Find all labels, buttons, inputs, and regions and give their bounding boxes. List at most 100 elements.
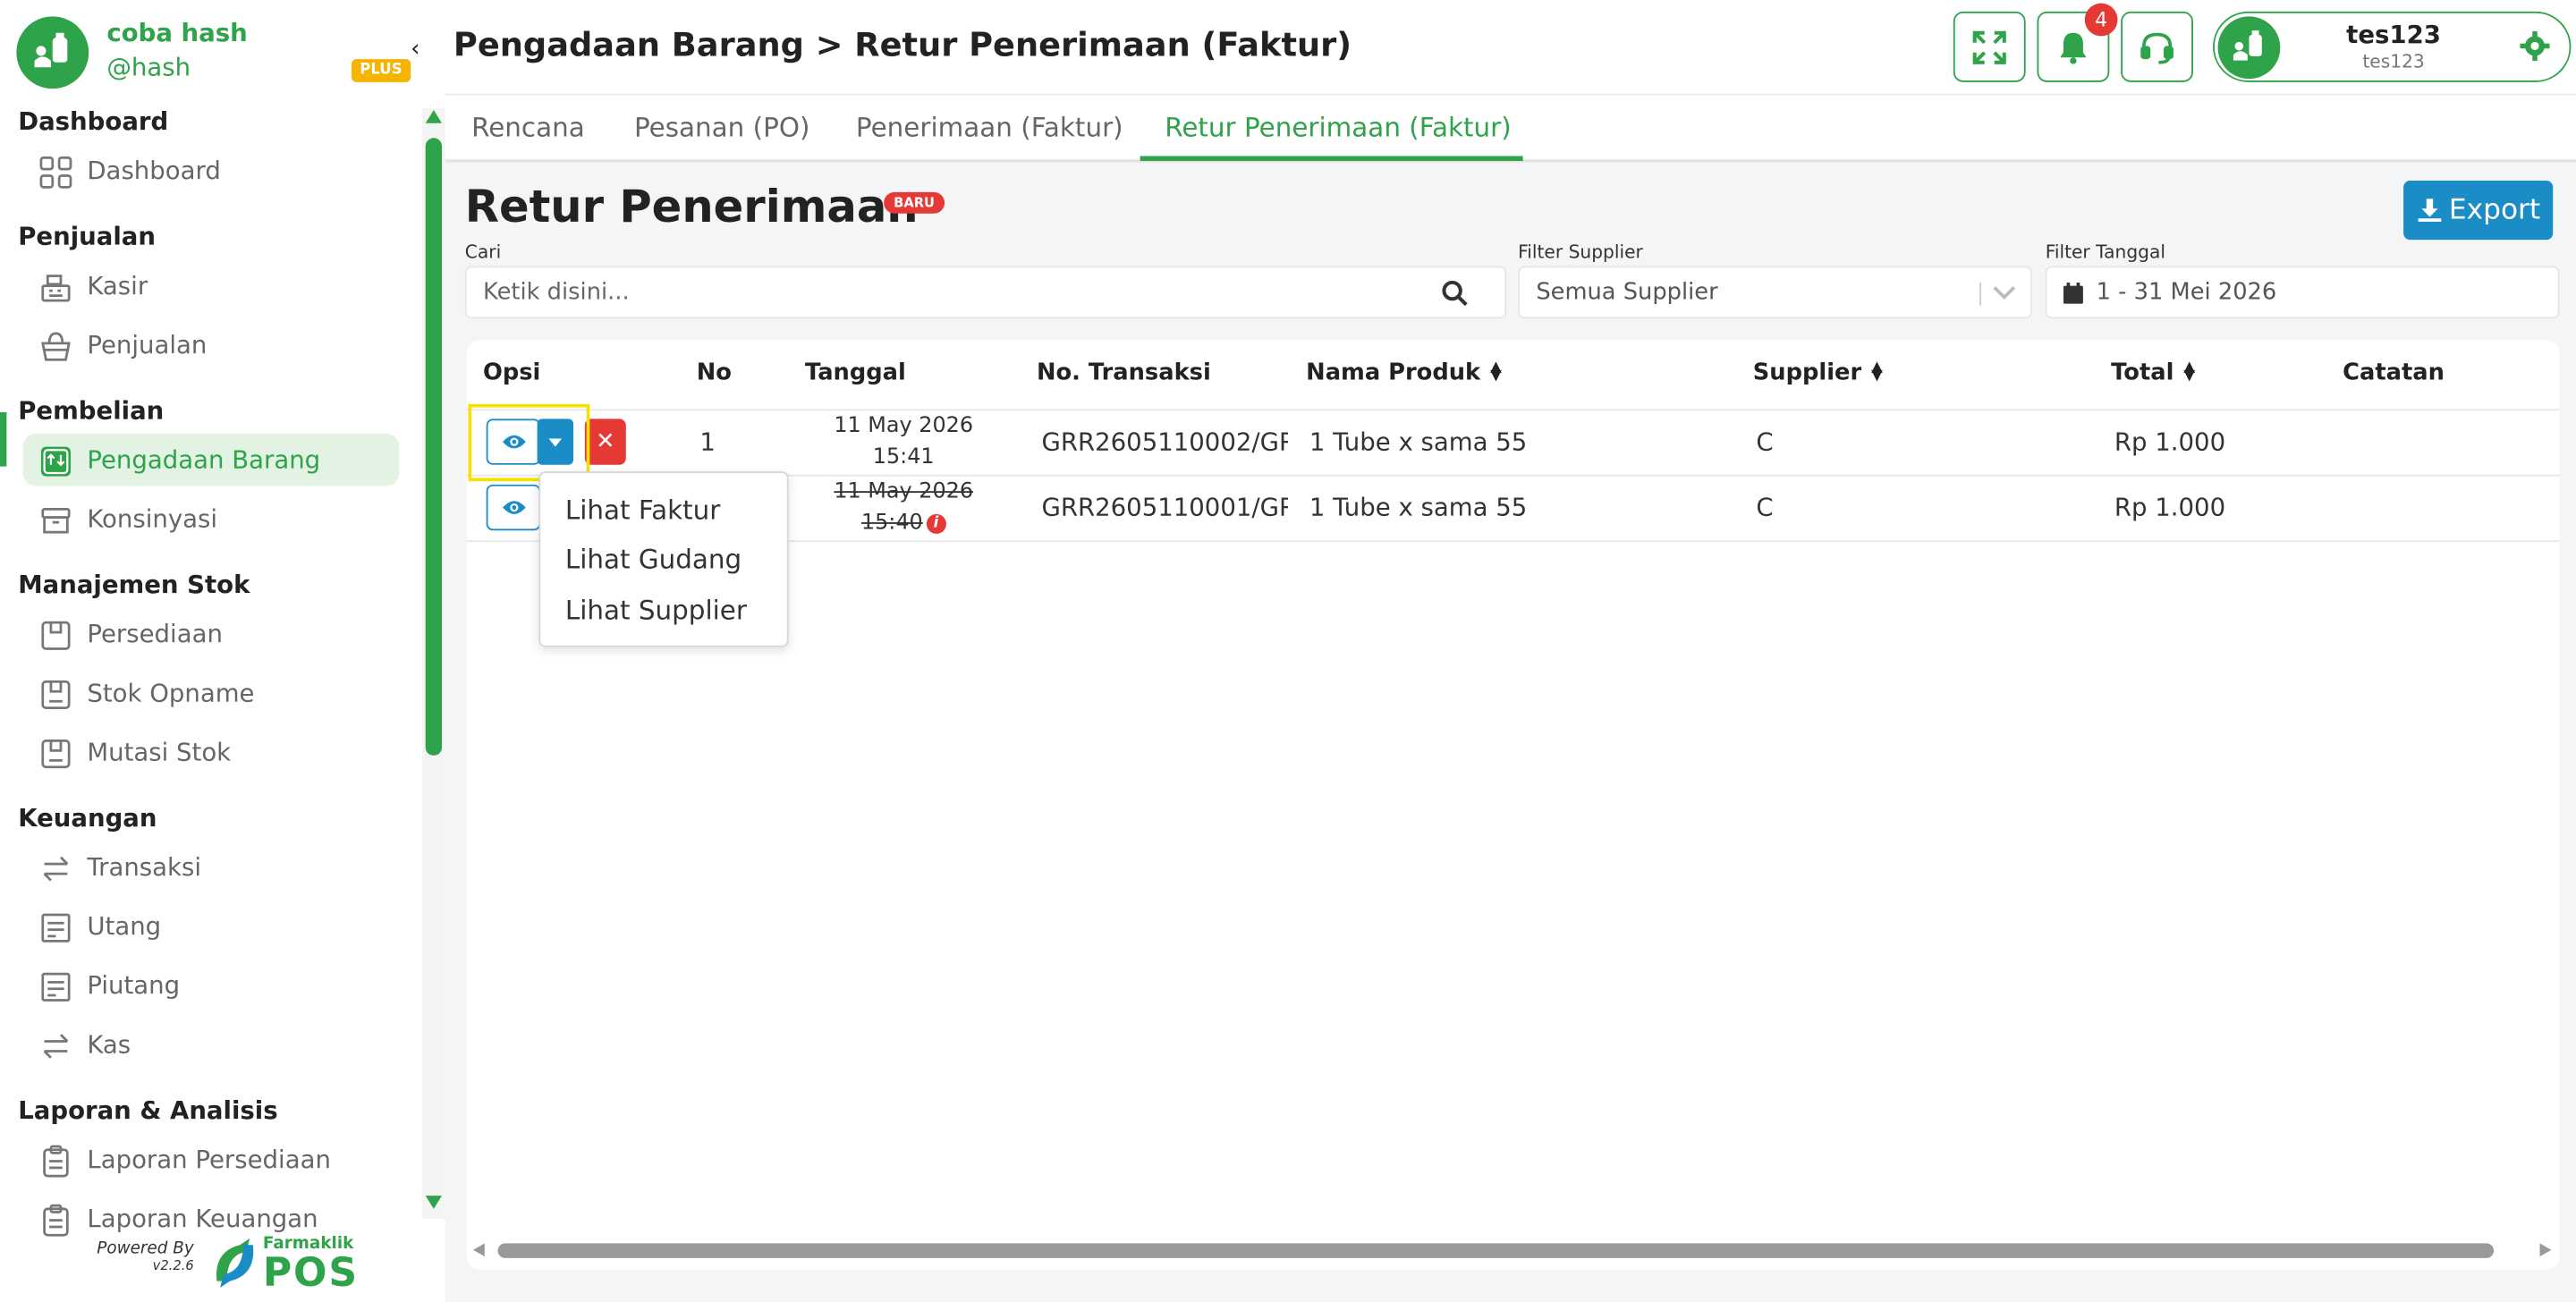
tab-penerimaan-faktur[interactable]: Penerimaan (Faktur) [856,112,1123,143]
column-header-total[interactable]: Total ▲ ▼ [2111,359,2195,385]
column-header-label: Total [2111,359,2174,386]
scroll-up-arrow-icon[interactable] [425,110,443,123]
table-scroll-thumb[interactable] [497,1243,2495,1258]
sidebar-item-label: Dashboard [87,156,221,186]
brand-name: coba hash [106,18,248,48]
row-date-time: 15:41 [872,444,935,470]
row-product-name: 1 Tube x sama 55 [1309,493,1528,523]
nav-group-laporan: Laporan & Analisis [18,1095,278,1126]
brand-handle: @hash [106,52,191,82]
search-icon[interactable] [1441,279,1469,307]
export-button[interactable]: Export [2403,181,2554,241]
column-header-label: Nama Produk [1306,359,1481,386]
nav-group-dashboard: Dashboard [18,106,169,137]
delete-button[interactable]: ✕ [584,418,626,465]
sidebar-item-penjualan[interactable]: Penjualan [23,318,400,371]
bell-icon [2060,31,2087,63]
export-label: Export [2448,193,2541,227]
notification-count-badge: 4 [2084,3,2118,37]
sidebar-item-kas[interactable]: Kas [23,1019,400,1071]
user-subtitle: tes123 [2362,50,2425,72]
fullscreen-button[interactable] [1953,11,2026,82]
column-header-nama-produk[interactable]: Nama Produk ▲ ▼ [1306,359,1502,385]
sidebar-item-piutang[interactable]: Piutang [23,960,400,1012]
scroll-right-arrow-icon[interactable] [2539,1243,2552,1257]
row-date: 11 May 2026 15:41 [821,410,986,473]
archive-icon [39,503,72,536]
user-profile-menu[interactable]: tes123 tes123 [2213,11,2572,82]
sidebar-item-utang[interactable]: Utang [23,900,400,953]
date-range-input[interactable]: 1 - 31 Mei 2026 [2045,266,2560,319]
scroll-left-arrow-icon[interactable] [472,1243,485,1257]
procurement-icon [39,444,72,477]
support-button[interactable] [2121,11,2193,82]
sort-icon: ▲ ▼ [1871,359,1883,385]
nav-group-keuangan: Keuangan [18,803,157,833]
tab-pesanan-po[interactable]: Pesanan (PO) [634,112,809,143]
sidebar-item-konsinyasi[interactable]: Konsinyasi [23,493,400,545]
plan-badge: PLUS [352,59,411,82]
column-header-supplier[interactable]: Supplier ▲ ▼ [1753,359,1883,385]
column-header-catatan: Catatan [2343,359,2445,386]
sidebar-item-pengadaan-barang[interactable]: Pengadaan Barang [22,433,400,486]
notification-button[interactable]: 4 [2037,3,2118,82]
menu-item-lihat-supplier[interactable]: Lihat Supplier [565,595,747,626]
sidebar-item-kasir[interactable]: Kasir [23,259,400,312]
active-tab-indicator [1140,156,1523,161]
sort-icon: ▲ ▼ [1490,359,1502,385]
sidebar-item-mutasi-stok[interactable]: Mutasi Stok [23,726,400,779]
receipt-icon [39,910,72,943]
active-nav-indicator [0,412,7,467]
options-dropdown-menu: Lihat Faktur Lihat Gudang Lihat Supplier [538,471,789,647]
farmaklik-logo-icon [210,1235,259,1298]
sidebar-item-label: Konsinyasi [87,503,218,534]
row-total: Rp 1.000 [2114,427,2226,457]
column-header-opsi: Opsi [482,359,541,386]
gear-icon[interactable] [2520,30,2550,61]
date-filter-label: Filter Tanggal [2045,241,2166,263]
sidebar-item-label: Laporan Persediaan [87,1145,331,1175]
sidebar-item-label: Mutasi Stok [87,737,232,767]
sidebar-item-label: Stok Opname [87,678,255,708]
close-icon: ✕ [596,428,615,455]
sidebar-item-transaksi[interactable]: Transaksi [23,841,400,893]
sidebar: coba hash @hash PLUS ‹ Dashboard Dashboa… [0,0,423,1302]
page-title: Retur Penerimaan [464,182,919,233]
row-date-day: 11 May 2026 [834,479,974,504]
sidebar-scroll-thumb[interactable] [425,138,443,756]
scroll-down-arrow-icon[interactable] [425,1196,443,1209]
sidebar-item-label: Pengadaan Barang [87,444,321,475]
top-header: Pengadaan Barang > Retur Penerimaan (Fak… [445,0,2576,96]
nav-group-pembelian: Pembelian [18,395,165,426]
tab-rencana[interactable]: Rencana [471,112,585,143]
supplier-select[interactable]: Semua Supplier [1518,266,2032,319]
expand-icon [1972,30,2006,63]
eye-icon [502,501,525,514]
sidebar-item-dashboard[interactable]: Dashboard [23,145,400,198]
column-header-label: Supplier [1752,359,1862,386]
row-product-name: 1 Tube x sama 55 [1309,427,1528,457]
view-button[interactable] [486,484,541,531]
menu-item-lihat-faktur[interactable]: Lihat Faktur [565,495,721,526]
tab-retur-penerimaan-faktur[interactable]: Retur Penerimaan (Faktur) [1165,112,1511,143]
stock-opname-icon [39,677,72,710]
clipboard-icon [39,1202,72,1237]
column-header-tanggal: Tanggal [804,359,906,386]
collapse-sidebar-chevron-icon[interactable]: ‹ [411,36,419,62]
clipboard-icon [39,1143,72,1178]
avatar [2217,16,2281,80]
search-input[interactable]: Ketik disini... [464,266,1507,319]
chevron-down-icon [1993,286,2016,300]
transfer-icon [39,1028,72,1061]
menu-item-lihat-gudang[interactable]: Lihat Gudang [565,544,741,575]
sidebar-item-stok-opname[interactable]: Stok Opname [23,667,400,720]
new-badge: BARU [884,191,945,214]
sidebar-nav: Dashboard Dashboard Penjualan Kasir Penj… [0,102,422,1252]
sidebar-item-laporan-persediaan[interactable]: Laporan Persediaan [23,1133,400,1186]
column-header-no: No [696,359,732,386]
info-icon[interactable]: i [926,512,946,534]
sidebar-item-label: Laporan Keuangan [87,1204,318,1234]
sidebar-item-label: Utang [87,911,162,942]
row-date-time: 15:40 [860,511,923,536]
sidebar-item-persediaan[interactable]: Persediaan [23,608,400,661]
